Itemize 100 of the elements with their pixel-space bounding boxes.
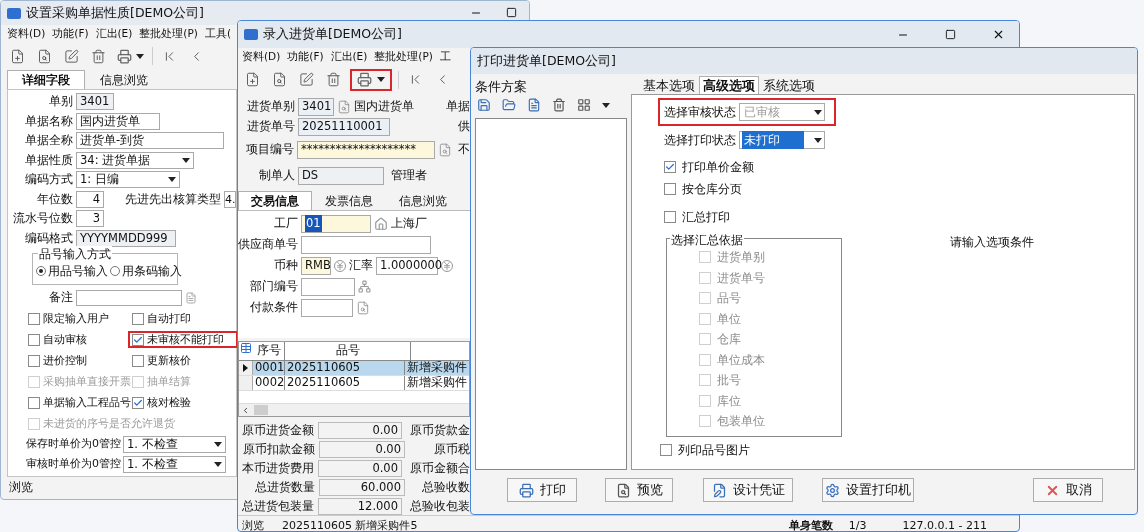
text-field[interactable]: YYYYMMDD999 bbox=[76, 229, 176, 247]
dialog-button[interactable]: 预览 bbox=[605, 478, 673, 502]
dropdown[interactable]: 未打印 bbox=[739, 131, 825, 149]
save-icon[interactable] bbox=[477, 98, 491, 112]
menu-item[interactable]: 整批处理(P) bbox=[374, 49, 433, 65]
radio-button[interactable] bbox=[36, 266, 46, 277]
tab[interactable]: 基本选项 bbox=[639, 76, 699, 94]
checkbox[interactable] bbox=[132, 333, 144, 346]
checkbox[interactable] bbox=[699, 312, 711, 325]
checkbox[interactable] bbox=[28, 396, 40, 409]
caret-icon bbox=[136, 53, 144, 59]
checkbox[interactable] bbox=[699, 251, 711, 264]
scroll-thumb[interactable] bbox=[254, 405, 268, 415]
checkbox[interactable] bbox=[699, 394, 711, 407]
field-label: 不 bbox=[458, 141, 470, 159]
house-icon[interactable] bbox=[374, 216, 388, 231]
checkbox[interactable] bbox=[28, 333, 40, 346]
menu-item[interactable]: 汇出(E) bbox=[95, 26, 133, 42]
checkbox[interactable] bbox=[660, 443, 672, 456]
picker-icon[interactable] bbox=[185, 292, 197, 304]
menu-item[interactable]: 资料(D) bbox=[242, 49, 281, 65]
column-header[interactable]: 品号 bbox=[285, 342, 411, 360]
grid-row[interactable]: 0001 2025110605 新增采购件 bbox=[239, 361, 469, 376]
text-field[interactable]: 20251110001 bbox=[298, 118, 390, 136]
menu-item[interactable]: 整批处理(P) bbox=[139, 26, 198, 42]
text-field[interactable]: ******************** bbox=[297, 141, 435, 159]
dialog-button[interactable]: 打印 bbox=[507, 478, 577, 502]
tab[interactable]: 交易信息 bbox=[238, 191, 312, 210]
delete-icon[interactable] bbox=[552, 98, 566, 112]
menu-item[interactable]: 汇出(E) bbox=[330, 49, 368, 65]
yen-icon[interactable] bbox=[441, 259, 453, 272]
checkbox[interactable] bbox=[132, 312, 144, 325]
table-cell: 0001 bbox=[253, 361, 285, 375]
radio-button[interactable] bbox=[110, 266, 120, 277]
text-field[interactable] bbox=[76, 290, 182, 306]
menu-item[interactable]: 工 bbox=[439, 49, 451, 65]
hierarchy-icon[interactable] bbox=[358, 280, 371, 293]
dialog-button[interactable]: 取消 bbox=[1033, 478, 1103, 502]
print-button[interactable] bbox=[115, 48, 146, 64]
dialog-button[interactable]: 设计凭证 bbox=[703, 478, 793, 502]
checkbox[interactable] bbox=[699, 333, 711, 346]
dropdown[interactable]: 1. 不检查 bbox=[123, 436, 226, 453]
lookup-icon[interactable] bbox=[337, 100, 351, 114]
checkbox[interactable] bbox=[132, 354, 144, 367]
number-field[interactable]: 3 bbox=[76, 210, 104, 228]
field-label: 编码方式 bbox=[24, 171, 73, 189]
checkbox[interactable] bbox=[699, 292, 711, 305]
checkbox[interactable] bbox=[664, 211, 676, 223]
document-icon[interactable] bbox=[527, 98, 541, 112]
text-field[interactable]: 3401 bbox=[76, 93, 114, 111]
text-field[interactable]: 3401 bbox=[298, 98, 334, 116]
dropdown[interactable]: 1: 日编 bbox=[76, 171, 180, 189]
grid-icon[interactable] bbox=[577, 98, 591, 112]
maximize-icon[interactable] bbox=[945, 29, 956, 40]
text-field[interactable]: 4. bbox=[224, 190, 236, 208]
tab[interactable]: 高级选项 bbox=[699, 76, 759, 94]
text-field[interactable] bbox=[301, 277, 355, 296]
menu-item[interactable]: 工具( bbox=[204, 26, 231, 42]
dropdown[interactable]: 1. 不检查 bbox=[123, 456, 226, 473]
checkbox-label: 未审核不能打印 bbox=[147, 331, 224, 347]
checkbox[interactable] bbox=[699, 374, 711, 387]
number-field[interactable]: 4 bbox=[76, 190, 104, 208]
checkbox[interactable] bbox=[28, 354, 40, 367]
folder-icon[interactable] bbox=[502, 98, 516, 112]
yen-icon[interactable] bbox=[334, 259, 346, 272]
checkbox[interactable] bbox=[132, 396, 144, 409]
checkbox[interactable] bbox=[699, 415, 711, 428]
column-header[interactable]: 序号 bbox=[253, 342, 285, 360]
scrollbar[interactable] bbox=[239, 403, 469, 416]
scroll-left-icon[interactable] bbox=[241, 405, 250, 415]
checkbox[interactable] bbox=[664, 183, 676, 195]
grid-menu-icon[interactable] bbox=[239, 342, 253, 354]
lookup-icon[interactable] bbox=[438, 143, 452, 157]
checkbox[interactable] bbox=[28, 312, 40, 325]
checkbox[interactable] bbox=[699, 353, 711, 366]
maximize-icon[interactable] bbox=[506, 7, 517, 18]
dropdown[interactable]: 34: 进货单据 bbox=[76, 151, 194, 169]
field-value: 管理者 bbox=[391, 167, 427, 185]
field-label: 供应商单号 bbox=[238, 235, 298, 253]
lookup-icon[interactable] bbox=[356, 300, 370, 315]
radio-label: 用条码输入 bbox=[122, 262, 182, 280]
grid-row[interactable]: 0002 2025110605 新增采购件 bbox=[239, 376, 469, 391]
menu-item[interactable]: 资料(D) bbox=[7, 26, 46, 42]
menu-item[interactable]: 功能(F) bbox=[52, 26, 89, 42]
text-field[interactable]: DS bbox=[298, 167, 384, 185]
text-field[interactable] bbox=[301, 235, 431, 254]
tab[interactable]: 详细字段 bbox=[7, 70, 85, 89]
close-icon[interactable] bbox=[992, 28, 1005, 41]
field-label: 单据 bbox=[446, 98, 470, 116]
menu-item[interactable]: 功能(F) bbox=[287, 49, 324, 65]
dialog-button[interactable]: 设置打印机 bbox=[822, 478, 914, 502]
text-field[interactable]: 国内进货单 bbox=[76, 112, 160, 130]
checkbox[interactable] bbox=[699, 271, 711, 284]
row-header[interactable] bbox=[239, 361, 253, 375]
tab[interactable]: 系统选项 bbox=[759, 76, 819, 94]
text-field[interactable]: 01 bbox=[301, 214, 371, 233]
text-field[interactable]: RMB bbox=[301, 256, 331, 275]
text-field[interactable]: 进货单-到货 bbox=[76, 132, 224, 150]
checkbox[interactable] bbox=[664, 161, 676, 173]
text-field[interactable] bbox=[301, 298, 353, 317]
